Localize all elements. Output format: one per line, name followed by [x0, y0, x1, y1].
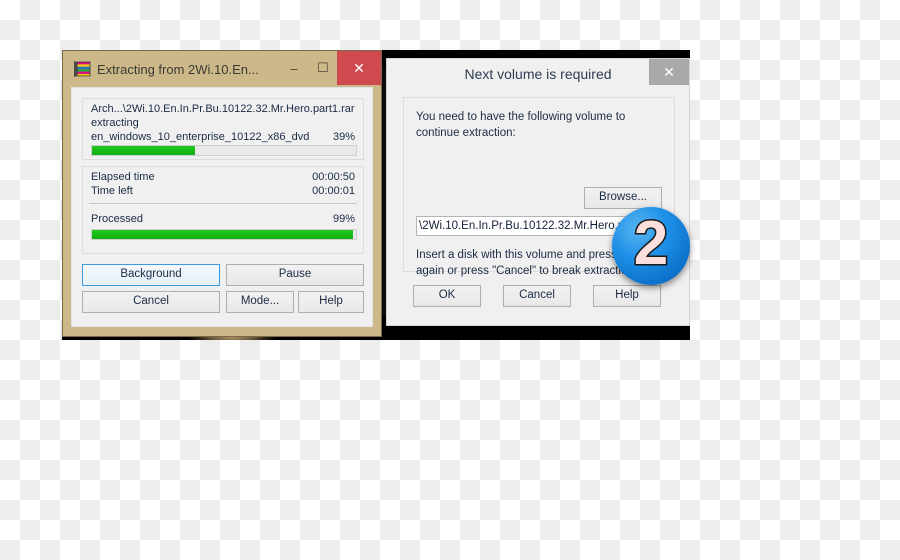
- browse-button[interactable]: Browse...: [584, 187, 662, 209]
- current-file-label: en_windows_10_enterprise_10122_x86_dvd.i…: [91, 131, 309, 143]
- help-button[interactable]: Help: [298, 291, 364, 313]
- elapsed-time-label: Elapsed time: [91, 171, 155, 183]
- winrar-extracting-window: Extracting from 2Wi.10.En... – ☐ ✕ Arch.…: [62, 50, 382, 337]
- next-volume-titlebar: Next volume is required ✕: [387, 59, 689, 91]
- ok-button[interactable]: OK: [413, 285, 481, 307]
- time-left-label: Time left: [91, 185, 133, 197]
- ok-button-label: OK: [438, 289, 456, 302]
- file-progress-bar-fill: [92, 146, 195, 155]
- file-percent-label: 39%: [332, 131, 355, 143]
- background-button[interactable]: Background: [82, 264, 220, 286]
- elapsed-time-value: 00:00:50: [312, 171, 355, 183]
- cancel-button[interactable]: Cancel: [82, 291, 220, 313]
- winrar-client-area: Arch...\2Wi.10.En.In.Pr.Bu.10122.32.Mr.H…: [71, 87, 373, 327]
- total-progress-bar-fill: [92, 230, 354, 239]
- minimize-icon[interactable]: –: [279, 55, 309, 81]
- stats-groupbox: Elapsed time 00:00:50 Time left 00:00:01…: [82, 166, 364, 254]
- winrar-books-icon: [74, 61, 91, 77]
- processed-percent-label: 99%: [332, 213, 355, 225]
- next-volume-dialog: Next volume is required ✕ You need to ha…: [386, 58, 690, 326]
- next-volume-message: You need to have the following volume to…: [416, 111, 626, 139]
- next-volume-title: Next volume is required: [464, 66, 612, 82]
- cancel-button-label: Cancel: [133, 295, 169, 308]
- browse-button-label: Browse...: [599, 191, 647, 204]
- help-button[interactable]: Help: [593, 285, 661, 307]
- winrar-titlebar: Extracting from 2Wi.10.En... – ☐ ✕: [63, 51, 381, 87]
- time-left-value: 00:00:01: [312, 185, 355, 197]
- help-button-label: Help: [615, 289, 639, 302]
- step-number-badge: 2: [612, 207, 690, 285]
- winrar-window-title: Extracting from 2Wi.10.En...: [97, 62, 259, 77]
- archive-name-label: Arch...\2Wi.10.En.In.Pr.Bu.10122.32.Mr.H…: [91, 103, 355, 115]
- step-number-badge-label: 2: [632, 209, 670, 278]
- background-button-label: Background: [120, 268, 182, 281]
- file-progress-groupbox: Arch...\2Wi.10.En.In.Pr.Bu.10122.32.Mr.H…: [82, 98, 364, 160]
- close-icon[interactable]: ✕: [649, 59, 689, 85]
- processed-label: Processed: [91, 213, 143, 225]
- help-button-label: Help: [319, 295, 343, 308]
- pause-button-label: Pause: [278, 268, 312, 281]
- mode-button-label: Mode...: [240, 295, 280, 308]
- pause-button[interactable]: Pause: [226, 264, 364, 286]
- total-progress-bar: [91, 229, 357, 240]
- close-icon[interactable]: ✕: [337, 51, 381, 85]
- cancel-button[interactable]: Cancel: [503, 285, 571, 307]
- action-label: extracting: [91, 117, 139, 129]
- maximize-icon[interactable]: ☐: [309, 55, 337, 81]
- stats-divider: [89, 203, 357, 204]
- cancel-button-label: Cancel: [519, 289, 555, 302]
- file-progress-bar: [91, 145, 357, 156]
- mode-button[interactable]: Mode...: [226, 291, 294, 313]
